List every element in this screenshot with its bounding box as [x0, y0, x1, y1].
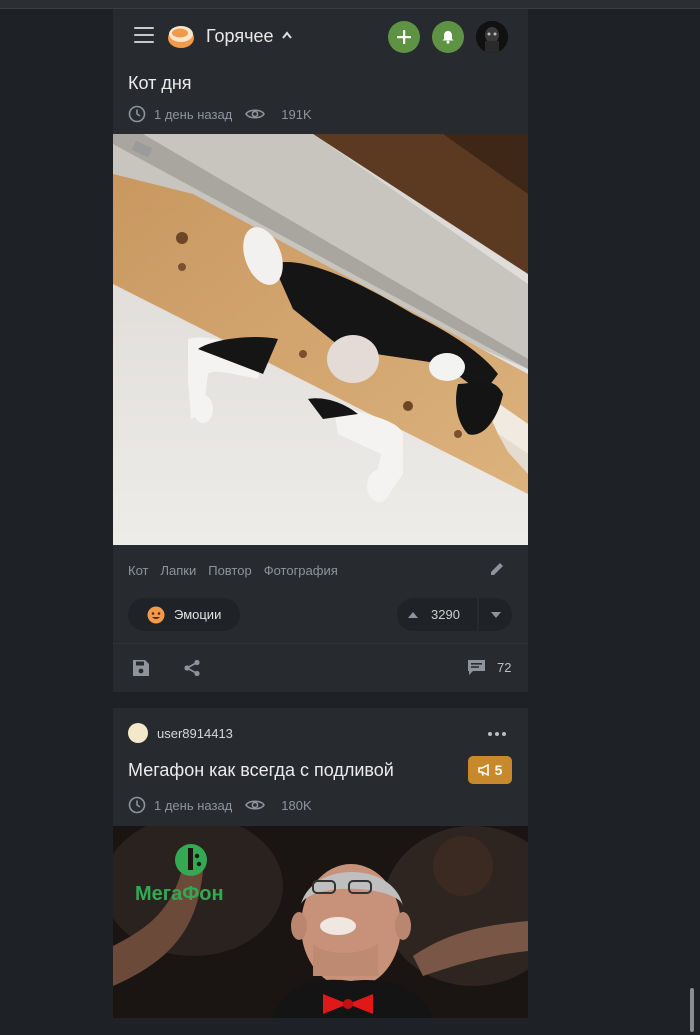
comments-count: 72 [497, 660, 512, 675]
comments-button[interactable]: 72 [467, 659, 511, 676]
post-views: 191K [281, 106, 312, 122]
tag[interactable]: Лапки [160, 563, 196, 578]
comment-icon [468, 660, 485, 675]
chevron-up-icon[interactable] [282, 31, 292, 39]
author-avatar [128, 723, 148, 743]
megaphone-icon [477, 764, 489, 776]
clock-icon [128, 105, 146, 123]
tag[interactable]: Фотография [264, 563, 338, 578]
app-header: Горячее [113, 9, 528, 66]
emotions-label: Эмоции [174, 607, 222, 622]
tag[interactable]: Кот [128, 563, 148, 578]
post-time: 1 день назад [154, 106, 233, 122]
notifications-button[interactable] [432, 21, 464, 53]
post-author[interactable]: user8914413 [128, 723, 233, 743]
author-name[interactable]: user8914413 [157, 726, 233, 741]
scrollbar-thumb[interactable] [690, 988, 694, 1032]
post-card: user8914413 Мегафон как всегда с подливо… [113, 708, 528, 1018]
create-post-button[interactable] [388, 21, 420, 53]
triangle-down-icon [490, 611, 501, 618]
post-meta: 1 день назад 180K [128, 795, 312, 815]
post-views: 180K [281, 797, 312, 813]
post-title[interactable]: Кот дня [128, 73, 192, 94]
post-title[interactable]: Мегафон как всегда с подливой [128, 760, 394, 781]
downvote-button[interactable] [479, 598, 512, 631]
megafon-photo[interactable]: МегаФон [113, 826, 528, 1018]
promo-badge[interactable]: 5 [468, 756, 512, 784]
pikabu-logo[interactable] [167, 22, 195, 50]
post-actions: 72 [113, 643, 528, 693]
clock-icon [128, 796, 146, 814]
section-label[interactable]: Горячее [206, 26, 274, 47]
plus-icon [397, 30, 411, 44]
post-time: 1 день назад [154, 797, 233, 813]
post-card: Кот дня 1 день назад 191K Кот Лапки Повт… [113, 65, 528, 692]
emotion-face-icon [147, 606, 165, 623]
cat-photo[interactable] [113, 134, 528, 545]
tag[interactable]: Повтор [208, 563, 251, 578]
eye-icon [245, 109, 266, 119]
brand-logo-text: МегаФон [135, 883, 224, 905]
browser-top-strip [0, 0, 700, 9]
share-icon[interactable] [183, 659, 201, 677]
eye-icon [245, 800, 266, 810]
post-meta: 1 день назад 191K [128, 104, 312, 124]
triangle-up-icon [408, 611, 418, 618]
rating-value: 3290 [431, 607, 460, 622]
save-icon[interactable] [132, 659, 150, 677]
tag-list: Кот Лапки Повтор Фотография [128, 563, 338, 578]
promo-count: 5 [494, 762, 503, 778]
more-options-icon[interactable] [488, 732, 506, 736]
menu-icon[interactable] [134, 27, 154, 44]
upvote-button[interactable]: 3290 [397, 598, 477, 631]
user-avatar[interactable] [476, 21, 508, 53]
bell-icon [442, 31, 454, 44]
emotions-button[interactable]: Эмоции [128, 598, 240, 631]
pencil-icon[interactable] [488, 560, 506, 578]
